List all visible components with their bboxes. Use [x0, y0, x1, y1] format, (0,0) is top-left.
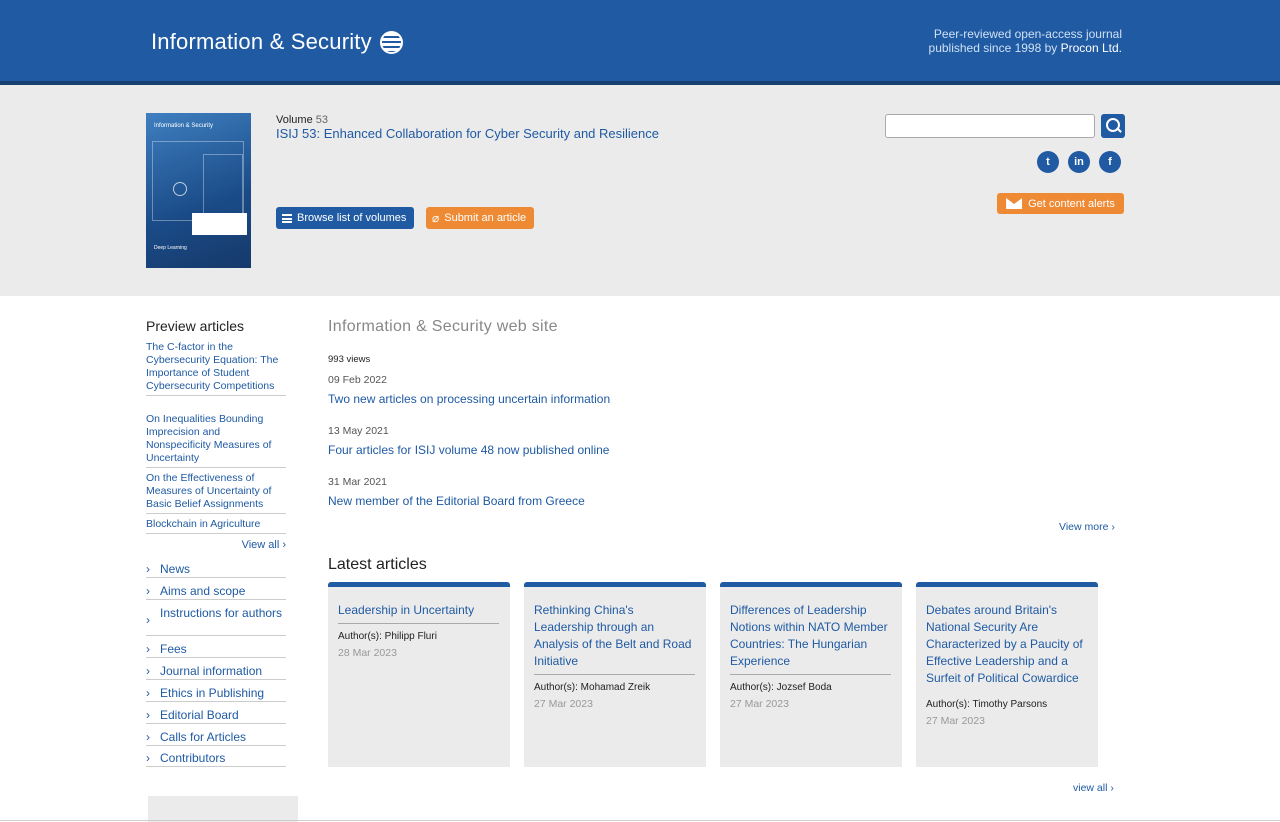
article-author: Author(s): Philipp Fluri: [338, 631, 437, 642]
mail-icon: [1006, 198, 1023, 209]
submit-article-label: Submit an article: [444, 212, 527, 224]
chevron-right-icon: ›: [146, 642, 150, 656]
chevron-right-icon: ›: [146, 562, 150, 576]
brand-name: Information & Security: [151, 29, 372, 54]
cover-graphic: [152, 141, 244, 221]
view-all-articles-link[interactable]: view all ›: [1073, 782, 1114, 794]
sidebar-panel: [148, 796, 298, 822]
site-header: Information & Security Peer-reviewed ope…: [0, 0, 1280, 85]
news-date: 13 May 2021: [328, 425, 389, 437]
volume-cover-image[interactable]: Information & Security Deep Learning: [146, 113, 251, 268]
article-title-link[interactable]: Differences of Leadership Notions within…: [730, 602, 891, 675]
preview-article-link[interactable]: On Inequalities Bounding Imprecision and…: [146, 413, 286, 468]
chevron-right-icon: ›: [146, 708, 150, 722]
news-date: 09 Feb 2022: [328, 374, 387, 386]
news-date: 31 Mar 2021: [328, 476, 387, 488]
publisher-link[interactable]: Procon Ltd.: [1061, 41, 1122, 55]
sidebar-item-label: Journal information: [160, 664, 263, 678]
sidebar-item-label: Contributors: [160, 751, 226, 765]
content-alerts-label: Get content alerts: [1028, 197, 1115, 210]
article-title-link[interactable]: Rethinking China's Leadership through an…: [534, 602, 695, 675]
article-date: 28 Mar 2023: [338, 647, 397, 659]
sidebar-item-editorial-board[interactable]: › Editorial Board: [146, 708, 286, 724]
sidebar-item-label: Ethics in Publishing: [160, 686, 265, 700]
views-count: 993 views: [328, 354, 371, 365]
preview-article-link[interactable]: On the Effectiveness of Measures of Unce…: [146, 472, 286, 514]
sidebar-item-fees[interactable]: › Fees: [146, 642, 286, 658]
brand-logo-link[interactable]: Information & Security: [151, 29, 403, 55]
view-more-news-link[interactable]: View more ›: [1059, 521, 1115, 533]
tagline: Peer-reviewed open-access journal publis…: [902, 27, 1122, 55]
sidebar-item-label: Calls for Articles: [160, 730, 247, 744]
article-card: Differences of Leadership Notions within…: [720, 582, 902, 767]
list-icon: [282, 213, 292, 223]
volume-label-text: Volume: [276, 114, 313, 126]
search-button[interactable]: [1101, 114, 1125, 138]
twitter-icon[interactable]: t: [1037, 151, 1059, 173]
article-card: Rethinking China's Leadership through an…: [524, 582, 706, 767]
linkedin-icon[interactable]: in: [1068, 151, 1090, 173]
divider: [0, 820, 1280, 821]
browse-volumes-button[interactable]: Browse list of volumes: [276, 207, 415, 229]
submit-article-button[interactable]: ⌀ Submit an article: [426, 207, 535, 229]
cover-footer: Deep Learning: [154, 245, 187, 251]
article-date: 27 Mar 2023: [534, 698, 593, 710]
sidebar-item-calls[interactable]: › Calls for Articles: [146, 730, 286, 746]
browse-volumes-label: Browse list of volumes: [297, 212, 407, 224]
sidebar-item-label: News: [160, 562, 191, 576]
sidebar-item-label: Editorial Board: [160, 708, 239, 722]
preview-article-link[interactable]: Blockchain in Agriculture: [146, 518, 286, 534]
volume-number: 53: [315, 114, 329, 126]
article-title-link[interactable]: Leadership in Uncertainty: [338, 602, 499, 624]
sidebar-item-instructions[interactable]: › Instructions for authors: [146, 606, 286, 636]
sidebar-item-ethics[interactable]: › Ethics in Publishing: [146, 686, 286, 702]
sidebar-item-label: Fees: [160, 642, 187, 656]
news-title-link[interactable]: Four articles for ISIJ volume 48 now pub…: [328, 443, 609, 457]
cover-title: Information & Security: [154, 123, 214, 129]
chevron-right-icon: ›: [146, 613, 150, 627]
article-author: Author(s): Mohamad Zreik: [534, 682, 651, 693]
facebook-icon[interactable]: f: [1099, 151, 1121, 173]
chevron-right-icon: ›: [146, 730, 150, 744]
sidebar-item-label: Instructions for authors: [160, 606, 283, 620]
chevron-right-icon: ›: [146, 584, 150, 598]
chevron-right-icon: ›: [146, 751, 150, 765]
view-all-previews-link[interactable]: View all ›: [146, 539, 286, 551]
globe-icon: [379, 30, 403, 54]
article-card: Leadership in Uncertainty Author(s): Phi…: [328, 582, 510, 767]
sidebar-item-contributors[interactable]: › Contributors: [146, 751, 286, 767]
chevron-right-icon: ›: [146, 664, 150, 678]
paperclip-icon: ⌀: [432, 211, 440, 225]
volume-title-link[interactable]: ISIJ 53: Enhanced Collaboration for Cybe…: [276, 126, 659, 141]
article-card: Debates around Britain's National Securi…: [916, 582, 1098, 767]
search-input[interactable]: [885, 114, 1095, 138]
sidebar-item-news[interactable]: › News: [146, 562, 286, 578]
news-title-link[interactable]: New member of the Editorial Board from G…: [328, 494, 585, 508]
content-alerts-button[interactable]: Get content alerts: [997, 193, 1124, 214]
preview-articles-heading: Preview articles: [146, 318, 245, 334]
article-date: 27 Mar 2023: [730, 698, 789, 710]
preview-article-link[interactable]: The C-factor in the Cybersecurity Equati…: [146, 341, 286, 396]
article-date: 27 Mar 2023: [926, 715, 985, 727]
article-title-link[interactable]: Debates around Britain's National Securi…: [926, 602, 1087, 691]
chevron-right-icon: ›: [146, 686, 150, 700]
article-author: Author(s): Jozsef Boda: [730, 682, 832, 693]
site-news-heading: Information & Security web site: [328, 318, 558, 335]
latest-articles-heading: Latest articles: [328, 556, 427, 573]
cover-label-box: [192, 213, 247, 235]
sidebar-item-aims[interactable]: › Aims and scope: [146, 584, 286, 600]
article-author: Author(s): Timothy Parsons: [926, 699, 1048, 710]
volume-label: Volume 53: [276, 114, 328, 126]
sidebar-item-label: Aims and scope: [160, 584, 246, 598]
news-title-link[interactable]: Two new articles on processing uncertain…: [328, 392, 610, 406]
sidebar-item-journal-info[interactable]: › Journal information: [146, 664, 286, 680]
